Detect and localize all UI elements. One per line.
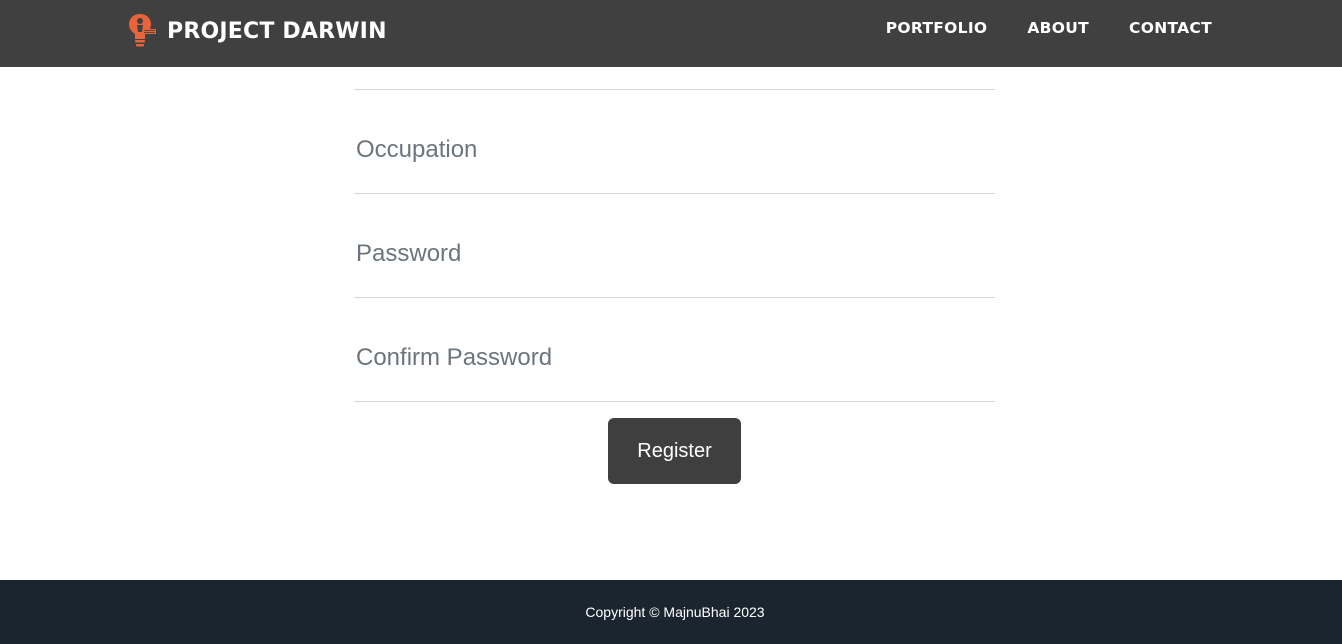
copyright-text: Copyright © MajnuBhai 2023 bbox=[585, 604, 765, 620]
occupation-field-row bbox=[354, 90, 995, 194]
occupation-input[interactable] bbox=[354, 130, 995, 170]
confirm-password-input[interactable] bbox=[354, 338, 995, 378]
nav-link-contact[interactable]: CONTACT bbox=[1129, 19, 1212, 37]
nav-menu: PORTFOLIO ABOUT CONTACT bbox=[886, 19, 1212, 37]
footer: Copyright © MajnuBhai 2023 bbox=[0, 580, 1342, 644]
lightbulb-person-icon bbox=[129, 14, 156, 47]
brand[interactable]: PROJECT DARWIN bbox=[128, 12, 387, 50]
navbar: PROJECT DARWIN PORTFOLIO ABOUT CONTACT bbox=[0, 0, 1342, 67]
confirm-password-field-row bbox=[354, 298, 995, 402]
nav-link-about[interactable]: ABOUT bbox=[1027, 19, 1089, 37]
password-input[interactable] bbox=[354, 234, 995, 274]
nav-link-portfolio[interactable]: PORTFOLIO bbox=[886, 19, 988, 37]
brand-title: PROJECT DARWIN bbox=[167, 18, 387, 44]
password-field-row bbox=[354, 194, 995, 298]
register-button[interactable]: Register bbox=[608, 418, 741, 484]
